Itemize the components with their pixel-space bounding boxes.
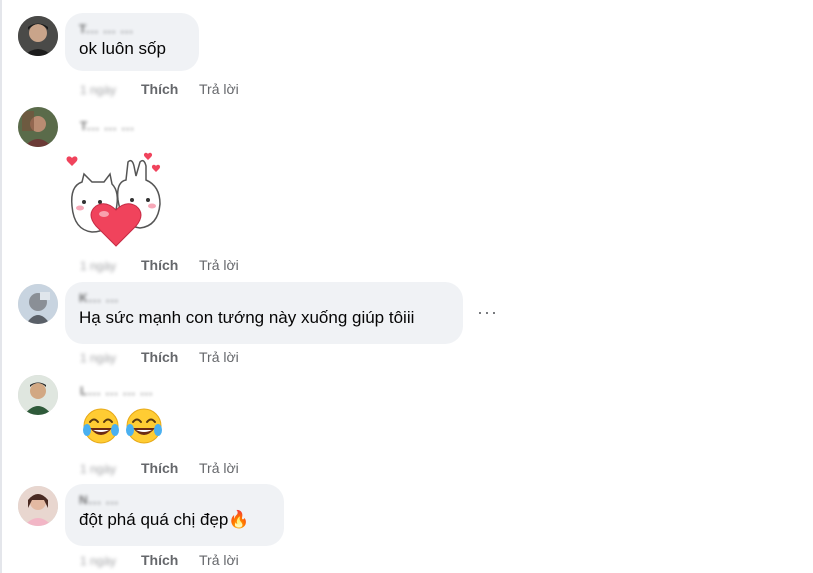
like-button[interactable]: Thích	[141, 460, 199, 476]
comment-actions: 1 ngày Thích Trả lời	[80, 460, 239, 476]
comment-text: đột phá quá chị đẹp🔥	[79, 510, 250, 529]
like-button[interactable]: Thích	[141, 257, 199, 273]
laughing-crying-emoji-icon	[81, 406, 121, 446]
comment-author[interactable]: L... ... ... ...	[80, 384, 153, 398]
avatar-photo	[18, 16, 58, 56]
thread-divider	[0, 0, 2, 573]
comment-time[interactable]: 1 ngày	[80, 83, 128, 97]
comment-author[interactable]: T... ... ...	[79, 21, 185, 37]
comment-bubble: T... ... ... ok luôn sốp	[65, 13, 199, 71]
like-button[interactable]: Thích	[141, 81, 199, 97]
reply-button[interactable]: Trả lời	[199, 552, 239, 568]
comment-bubble: N... ... đột phá quá chị đẹp🔥	[65, 484, 284, 546]
avatar-photo	[18, 284, 58, 324]
avatar[interactable]	[18, 16, 58, 56]
comment-author[interactable]: N... ...	[79, 492, 270, 508]
like-button[interactable]: Thích	[141, 552, 199, 568]
laughing-crying-emoji-icon	[124, 406, 164, 446]
avatar-photo	[18, 107, 58, 147]
comment-actions: 1 ngày Thích Trả lời	[80, 81, 239, 97]
avatar-photo	[18, 486, 58, 526]
like-button[interactable]: Thích	[141, 349, 199, 365]
avatar[interactable]	[18, 486, 58, 526]
comment-time[interactable]: 1 ngày	[80, 554, 128, 568]
comment-author[interactable]: K... ...	[79, 290, 449, 306]
avatar[interactable]	[18, 107, 58, 147]
reply-button[interactable]: Trả lời	[199, 349, 239, 365]
comment-time[interactable]: 1 ngày	[80, 462, 128, 476]
comment-text: Hạ sức mạnh con tướng này xuống giúp tôi…	[79, 308, 415, 327]
comment-author[interactable]: T... ... ...	[80, 119, 135, 133]
comment-text: ok luôn sốp	[79, 39, 166, 58]
heart-bears-sticker	[64, 152, 168, 248]
avatar[interactable]	[18, 375, 58, 415]
comment-actions: 1 ngày Thích Trả lời	[80, 349, 239, 365]
more-options-icon[interactable]: ···	[477, 302, 498, 323]
avatar-photo	[18, 375, 58, 415]
comment-actions: 1 ngày Thích Trả lời	[80, 257, 239, 273]
comment-actions: 1 ngày Thích Trả lời	[80, 552, 239, 568]
reply-button[interactable]: Trả lời	[199, 81, 239, 97]
reply-button[interactable]: Trả lời	[199, 257, 239, 273]
comment-time[interactable]: 1 ngày	[80, 259, 128, 273]
comment-time[interactable]: 1 ngày	[80, 351, 128, 365]
comment-bubble: K... ... Hạ sức mạnh con tướng này xuống…	[65, 282, 463, 344]
avatar[interactable]	[18, 284, 58, 324]
reply-button[interactable]: Trả lời	[199, 460, 239, 476]
